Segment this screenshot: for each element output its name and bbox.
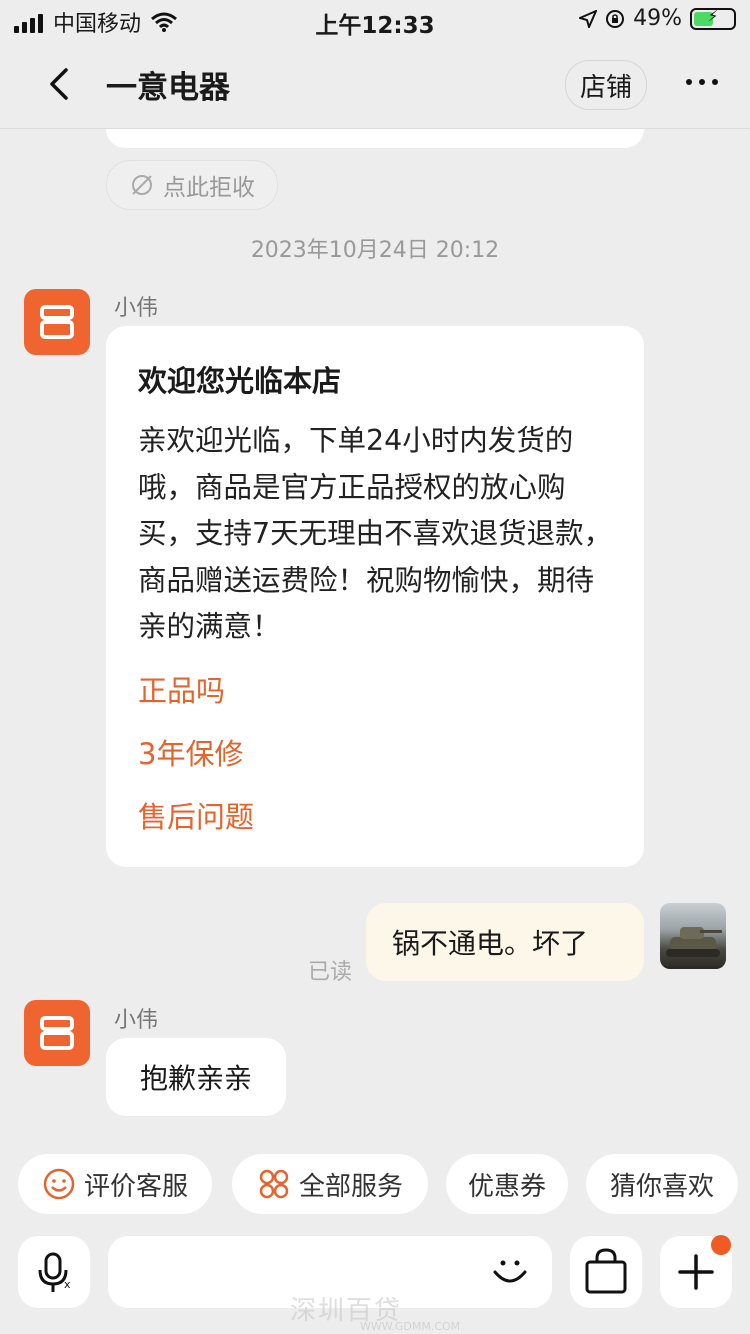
shopping-bag-icon [585, 1248, 627, 1294]
reject-button[interactable]: 点此拒收 [106, 160, 278, 210]
watermark-url: WWW.GDMM.COM [360, 1320, 461, 1333]
read-status: 已读 [308, 960, 353, 985]
coupons-chip[interactable]: 优惠券 [446, 1154, 568, 1214]
battery-icon: ⚡ [690, 6, 736, 30]
order-button[interactable] [570, 1236, 642, 1308]
quick-question[interactable]: 正品吗 [138, 668, 225, 710]
grid-icon [259, 1169, 289, 1199]
reject-label: 点此拒收 [163, 175, 255, 201]
rotation-lock-icon [606, 9, 625, 28]
store-icon [40, 305, 74, 339]
notification-dot [711, 1235, 731, 1255]
location-icon [579, 9, 598, 28]
battery-percent: 49% [633, 6, 682, 31]
coupons-label: 优惠券 [467, 1171, 546, 1202]
shop-button[interactable]: 店铺 [565, 60, 647, 110]
user-avatar[interactable] [660, 903, 726, 969]
my-message-bubble[interactable]: 锅不通电。坏了 [366, 903, 644, 981]
store-icon [40, 1016, 74, 1050]
quick-chips: 评价客服 全部服务 优惠券 猜你喜欢 [0, 1154, 750, 1214]
microphone-icon: x [38, 1252, 71, 1292]
all-services-chip[interactable]: 全部服务 [232, 1154, 428, 1214]
rate-service-label: 评价客服 [83, 1171, 188, 1202]
voice-button[interactable]: x [18, 1236, 90, 1308]
my-message-text: 锅不通电。坏了 [392, 927, 589, 960]
charging-icon: ⚡ [707, 6, 719, 25]
sender-name: 小伟 [114, 1008, 159, 1033]
nav-bar: 一意电器 店铺 [0, 42, 750, 129]
welcome-body: 亲欢迎光临，下单24小时内发货的哦，商品是官方正品授权的放心购买，支持7天无理由… [138, 424, 613, 643]
previous-message-bubble [106, 129, 644, 148]
tank-image [666, 927, 722, 957]
rate-service-chip[interactable]: 评价客服 [18, 1154, 212, 1214]
shop-avatar[interactable] [24, 1000, 90, 1066]
recommend-chip[interactable]: 猜你喜欢 [586, 1154, 738, 1214]
quick-question[interactable]: 售后问题 [138, 794, 254, 836]
status-bar: 中国移动 上午12:33 49% ⚡ [0, 0, 750, 42]
all-services-label: 全部服务 [298, 1171, 403, 1202]
status-right: 49% ⚡ [579, 6, 736, 31]
welcome-title: 欢迎您光临本店 [138, 364, 342, 398]
smile-icon [43, 1168, 75, 1200]
page-title: 一意电器 [106, 70, 230, 106]
shop-avatar[interactable] [24, 289, 90, 355]
back-icon[interactable] [40, 64, 80, 104]
agent-reply-text: 抱歉亲亲 [139, 1062, 252, 1095]
recommend-label: 猜你喜欢 [609, 1171, 714, 1202]
emoji-icon[interactable] [488, 1250, 532, 1294]
hide-icon [132, 175, 152, 195]
more-icon[interactable] [686, 72, 726, 92]
agent-reply-bubble[interactable]: 抱歉亲亲 [106, 1038, 286, 1116]
welcome-card: 欢迎您光临本店 亲欢迎光临，下单24小时内发货的哦，商品是官方正品授权的放心购买… [106, 326, 644, 867]
quick-question[interactable]: 3年保修 [138, 731, 243, 773]
svg-text:x: x [64, 1278, 71, 1291]
sender-name: 小伟 [114, 296, 159, 321]
message-timestamp: 2023年10月24日 20:12 [250, 238, 500, 263]
